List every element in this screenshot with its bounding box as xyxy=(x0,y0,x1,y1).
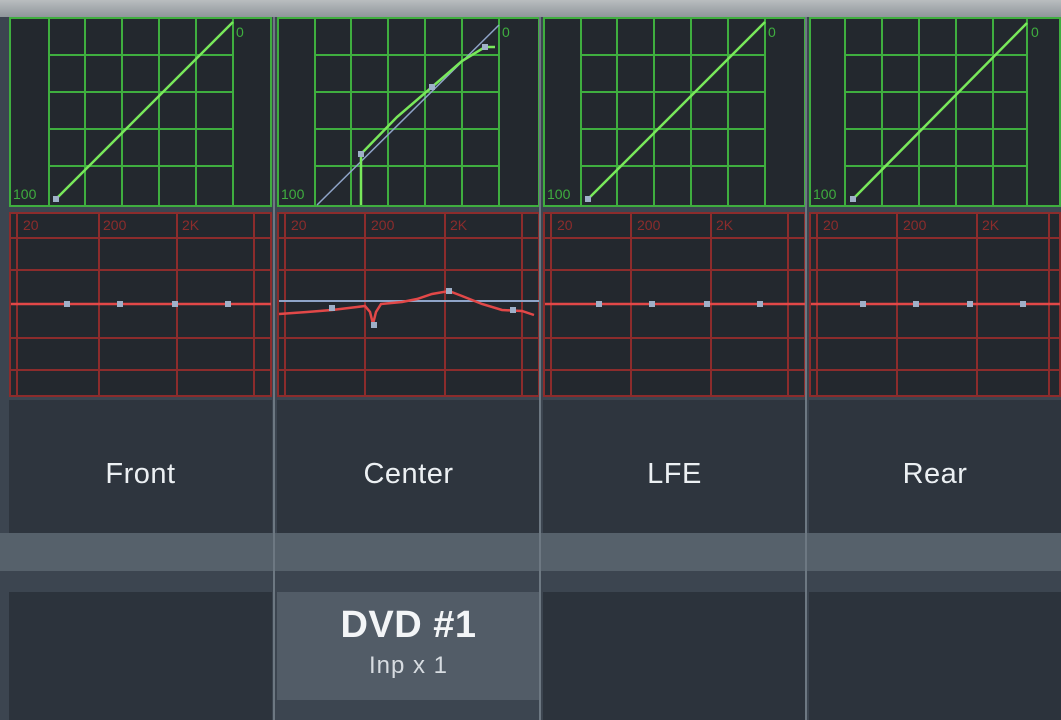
freq-label-2k: 2K xyxy=(182,217,200,233)
freq-label-200: 200 xyxy=(903,217,927,233)
freq-label-20: 20 xyxy=(291,217,307,233)
dynamics-graph-lfe[interactable]: 0 100 xyxy=(543,17,806,207)
strip-divider xyxy=(539,17,541,720)
freq-label-20: 20 xyxy=(23,217,39,233)
separator-bar xyxy=(0,533,1061,571)
input-slot-rear[interactable] xyxy=(809,592,1061,720)
dyn-top-label: 0 xyxy=(768,24,776,40)
dynamics-graph-rear[interactable]: 0 100 xyxy=(809,17,1061,207)
dyn-bottom-label: 100 xyxy=(813,186,837,202)
strip-divider xyxy=(273,17,275,720)
channel-name-center: Center xyxy=(363,457,454,490)
input-source-subtitle: Inp x 1 xyxy=(368,652,449,679)
eq-graph-center[interactable]: 20 200 2K xyxy=(277,212,540,397)
top-bar xyxy=(0,0,1061,17)
channel-name-front: Front xyxy=(105,457,176,490)
freq-label-2k: 2K xyxy=(982,217,1000,233)
channel-name-cell-lfe[interactable]: LFE xyxy=(543,400,806,548)
dynamics-graph-center[interactable]: 0 100 xyxy=(277,17,540,207)
channel-name-rear: Rear xyxy=(902,457,968,490)
freq-label-200: 200 xyxy=(103,217,127,233)
dyn-top-label: 0 xyxy=(1031,24,1039,40)
dynamics-graph-front[interactable]: 0 100 xyxy=(9,17,272,207)
eq-graph-front[interactable]: 20 200 2K xyxy=(9,212,272,397)
dyn-bottom-label: 100 xyxy=(13,186,37,202)
dyn-bottom-label: 100 xyxy=(281,186,305,202)
freq-label-20: 20 xyxy=(823,217,839,233)
freq-label-2k: 2K xyxy=(716,217,734,233)
input-source-title: DVD #1 xyxy=(340,604,477,646)
freq-label-200: 200 xyxy=(371,217,395,233)
input-slot-center[interactable]: DVD #1 Inp x 1 xyxy=(277,592,540,700)
eq-graph-rear[interactable]: 20 200 2K xyxy=(809,212,1061,397)
input-slot-front[interactable] xyxy=(9,592,272,720)
strip-divider xyxy=(805,17,807,720)
freq-label-200: 200 xyxy=(637,217,661,233)
dyn-bottom-label: 100 xyxy=(547,186,571,202)
freq-label-20: 20 xyxy=(557,217,573,233)
channel-name-cell-rear[interactable]: Rear xyxy=(809,400,1061,548)
input-slot-lfe[interactable] xyxy=(543,592,806,720)
channel-name-lfe: LFE xyxy=(647,457,702,490)
dyn-top-label: 0 xyxy=(236,24,244,40)
freq-label-2k: 2K xyxy=(450,217,468,233)
channel-name-cell-front[interactable]: Front xyxy=(9,400,272,548)
dyn-top-label: 0 xyxy=(502,24,510,40)
channel-name-cell-center[interactable]: Center xyxy=(277,400,540,548)
eq-graph-lfe[interactable]: 20 200 2K xyxy=(543,212,806,397)
